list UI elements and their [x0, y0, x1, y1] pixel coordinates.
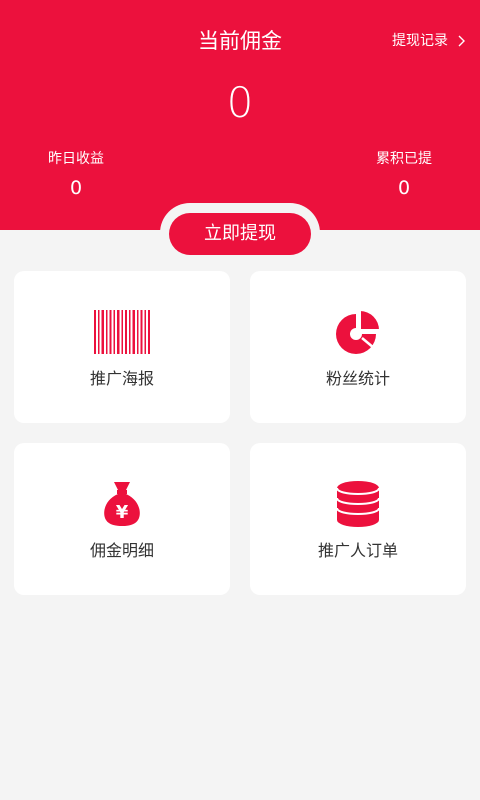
promoter-orders-label: 推广人订单 — [317, 541, 398, 560]
total-withdrawn-label: 累积已提 — [376, 151, 432, 167]
svg-text:¥: ¥ — [116, 502, 129, 523]
promo-poster-card[interactable]: 推广海报 — [14, 271, 230, 423]
yesterday-earnings-label: 昨日收益 — [48, 151, 104, 167]
fan-stats-label: 粉丝统计 — [325, 369, 390, 388]
promoter-orders-card[interactable]: 推广人订单 — [250, 443, 466, 595]
money-bag-icon: ¥ — [92, 477, 152, 531]
total-withdrawn-value: 0 — [397, 177, 411, 199]
withdraw-now-button[interactable]: 立即提现 — [169, 213, 311, 255]
withdraw-history-label: 提现记录 — [392, 33, 448, 49]
commission-detail-card[interactable]: ¥ 佣金明细 — [14, 443, 230, 595]
withdraw-history-link[interactable]: 提现记录 — [392, 30, 466, 52]
commission-header: 当前佣金 提现记录 0 昨日收益 0 累积已提 0 — [0, 0, 480, 230]
fan-stats-card[interactable]: 粉丝统计 — [250, 271, 466, 423]
promo-poster-label: 推广海报 — [89, 369, 154, 388]
coin-stack-icon — [328, 477, 388, 531]
yesterday-earnings-value: 0 — [69, 177, 83, 199]
chevron-right-icon — [458, 35, 465, 47]
pie-chart-icon — [328, 305, 388, 359]
current-commission-amount: 0 — [226, 78, 254, 127]
barcode-icon — [92, 305, 152, 359]
yesterday-earnings: 昨日收益 0 — [6, 148, 146, 202]
total-withdrawn: 累积已提 0 — [334, 148, 474, 202]
commission-detail-label: 佣金明细 — [89, 541, 154, 560]
